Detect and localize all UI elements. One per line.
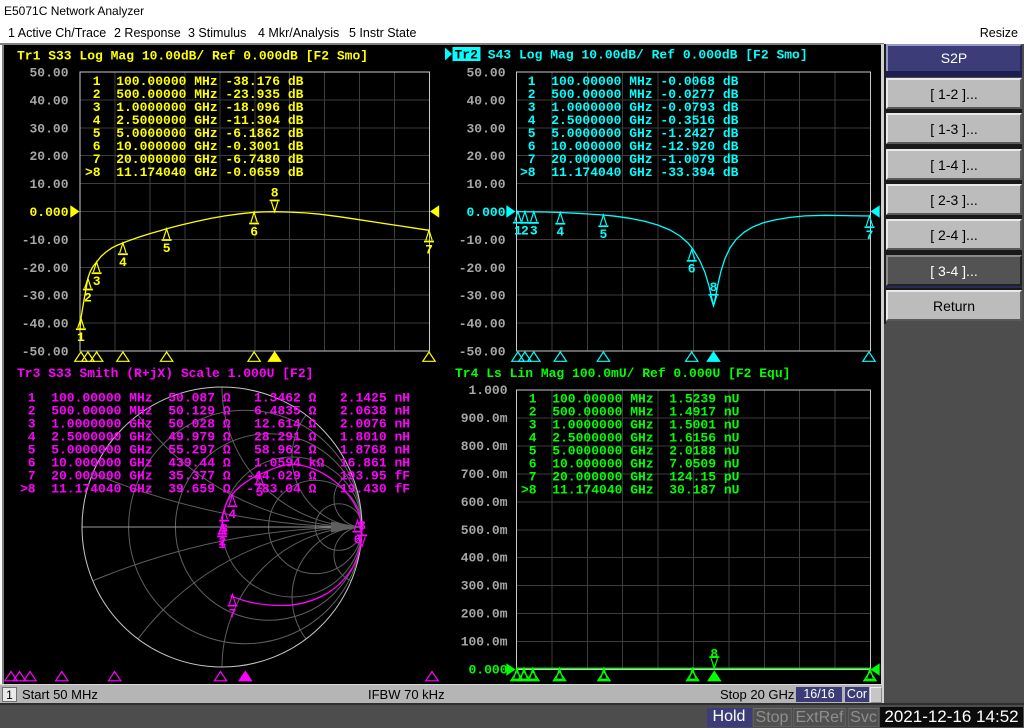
svg-text:-50.00: -50.00 (22, 345, 69, 360)
svg-text:30.00: 30.00 (29, 121, 68, 136)
svg-text:1.000: 1.000 (468, 383, 507, 398)
svg-text:6: 6 (250, 224, 258, 239)
svg-text:30.00: 30.00 (466, 121, 505, 136)
svg-text:0.000: 0.000 (468, 663, 507, 678)
svg-text:-30.00: -30.00 (459, 289, 506, 304)
svg-text:800.0m: 800.0m (461, 439, 508, 454)
svg-text:300.0m: 300.0m (461, 579, 508, 594)
svg-text:20.00: 20.00 (29, 149, 68, 164)
svg-text:0.000: 0.000 (466, 205, 505, 220)
svg-text:>8 11.174040 GHz 30.187 nU: >8 11.174040 GHz 30.187 nU (521, 483, 739, 498)
svg-text:-10.00: -10.00 (459, 233, 506, 248)
svg-text:900.0m: 900.0m (461, 411, 508, 426)
svg-text:>8 11.174040 GHz -0.0659 dB: >8 11.174040 GHz -0.0659 dB (85, 165, 304, 180)
svg-text:7: 7 (425, 242, 433, 257)
svg-text:2: 2 (84, 290, 92, 305)
svg-text:4: 4 (119, 255, 127, 270)
svg-text:4: 4 (556, 225, 564, 240)
svg-text:-30.00: -30.00 (22, 289, 69, 304)
svg-text:40.00: 40.00 (29, 93, 68, 108)
svg-text:5: 5 (599, 227, 607, 242)
svg-text:2: 2 (218, 535, 226, 550)
svg-text:-40.00: -40.00 (22, 317, 69, 332)
svg-text:7: 7 (229, 607, 237, 622)
svg-text:6: 6 (688, 262, 696, 277)
svg-text:500.0m: 500.0m (461, 523, 508, 538)
svg-text:40.00: 40.00 (466, 93, 505, 108)
svg-text:600.0m: 600.0m (461, 495, 508, 510)
svg-text:5: 5 (163, 241, 171, 256)
svg-text:8: 8 (710, 647, 718, 662)
svg-text:Tr3 S33 Smith (R+jX) Scale 1.0: Tr3 S33 Smith (R+jX) Scale 1.000U [F2] (17, 366, 313, 381)
svg-text:-20.00: -20.00 (459, 261, 506, 276)
svg-text:1: 1 (77, 330, 85, 345)
svg-text:10.00: 10.00 (29, 177, 68, 192)
svg-text:3: 3 (530, 224, 538, 239)
svg-text:>8 11.174040 GHz -33.394 dB: >8 11.174040 GHz -33.394 dB (520, 165, 739, 180)
svg-text:100.0m: 100.0m (461, 635, 508, 650)
svg-text:-20.00: -20.00 (22, 261, 69, 276)
svg-text:8: 8 (271, 186, 279, 201)
svg-text:8: 8 (710, 280, 718, 295)
svg-text:8: 8 (358, 519, 366, 534)
svg-text:400.0m: 400.0m (461, 551, 508, 566)
svg-text:2: 2 (521, 224, 529, 239)
svg-text:10.00: 10.00 (466, 177, 505, 192)
svg-text:700.0m: 700.0m (461, 467, 508, 482)
svg-text:>8 11.174040 GHz 39.659 Ω -: >8 11.174040 GHz 39.659 Ω -783.04 Ω 19.4… (20, 482, 410, 497)
svg-text:Tr1 S33 Log Mag 10.00dB/ Ref 0: Tr1 S33 Log Mag 10.00dB/ Ref 0.000dB [F2… (17, 48, 368, 63)
svg-text:50.00: 50.00 (29, 66, 68, 81)
svg-text:20.00: 20.00 (466, 149, 505, 164)
svg-text:200.0m: 200.0m (461, 607, 508, 622)
svg-text:S43 Log Mag 10.00dB/ Ref 0.000: S43 Log Mag 10.00dB/ Ref 0.000dB [F2 Smo… (480, 48, 808, 63)
svg-text:0.000: 0.000 (29, 205, 68, 220)
svg-text:Tr2: Tr2 (455, 48, 479, 63)
svg-text:Tr4 Ls Lin Mag 100.0mU/ Ref 0.: Tr4 Ls Lin Mag 100.0mU/ Ref 0.000U [F2 E… (455, 366, 790, 381)
svg-text:3: 3 (93, 274, 101, 289)
svg-text:3: 3 (220, 522, 228, 537)
svg-text:4: 4 (228, 507, 236, 522)
svg-text:50.00: 50.00 (466, 66, 505, 81)
svg-text:-10.00: -10.00 (22, 233, 69, 248)
svg-text:-50.00: -50.00 (459, 345, 506, 360)
svg-text:7: 7 (866, 228, 874, 243)
svg-text:-40.00: -40.00 (459, 317, 506, 332)
